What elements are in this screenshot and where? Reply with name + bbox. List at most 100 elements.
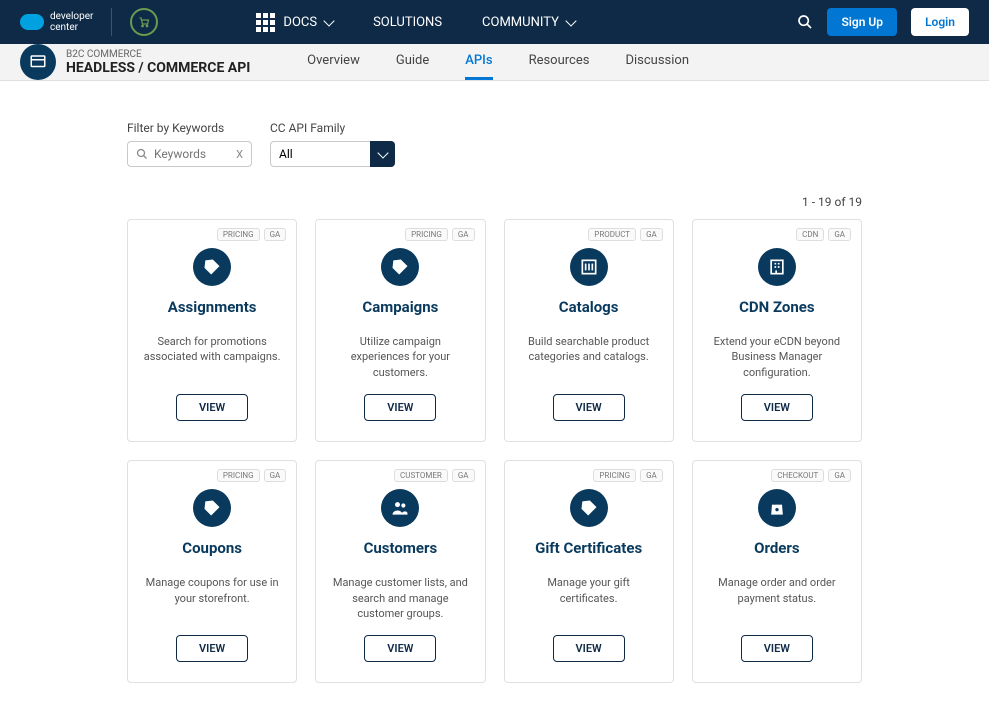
tag-icon <box>570 489 608 527</box>
bag-icon <box>758 489 796 527</box>
view-button[interactable]: VIEW <box>741 635 813 662</box>
api-card: PRICINGGA Assignments Search for promoti… <box>127 219 297 442</box>
tag-icon <box>193 248 231 286</box>
badge: GA <box>640 228 663 241</box>
tab-discussion[interactable]: Discussion <box>625 44 689 80</box>
badge: PRICING <box>593 469 636 482</box>
chevron-down-icon <box>565 15 576 26</box>
card-title: CDN Zones <box>739 298 815 316</box>
view-button[interactable]: VIEW <box>553 635 625 662</box>
nav-solutions[interactable]: SOLUTIONS <box>373 15 442 30</box>
badge: GA <box>828 228 851 241</box>
card-badges: CUSTOMER GA <box>394 469 474 482</box>
building-icon <box>758 248 796 286</box>
top-bar: developer center DOCS SOLUTIONS COMMUNIT… <box>0 0 989 44</box>
api-card: PRICING GA Gift Certificates Manage your … <box>504 460 674 683</box>
badge: GA <box>452 469 475 482</box>
card-badges: PRICINGGA <box>217 228 286 241</box>
view-button[interactable]: VIEW <box>176 635 248 662</box>
card-badges: PRICING GA <box>217 469 286 482</box>
badge: GA <box>828 469 851 482</box>
cloud-icon <box>20 14 44 30</box>
result-count: 1 - 19 of 19 <box>127 195 862 209</box>
topbar-left: developer center DOCS SOLUTIONS COMMUNIT… <box>20 8 575 36</box>
subheader-title: HEADLESS / COMMERCE API <box>66 60 250 76</box>
view-button[interactable]: VIEW <box>553 394 625 421</box>
badge: PRODUCT <box>588 228 636 241</box>
signup-button[interactable]: Sign Up <box>827 8 897 36</box>
view-button[interactable]: VIEW <box>364 635 436 662</box>
view-button[interactable]: VIEW <box>741 394 813 421</box>
card-badges: PRODUCT GA <box>588 228 662 241</box>
search-icon[interactable] <box>797 14 813 30</box>
tab-apis[interactable]: APIs <box>465 44 492 80</box>
card-desc: Manage coupons for use in your storefron… <box>142 575 282 621</box>
tab-overview[interactable]: Overview <box>307 44 360 80</box>
tab-guide[interactable]: Guide <box>396 44 429 80</box>
view-button[interactable]: VIEW <box>364 394 436 421</box>
card-badges: CDN GA <box>796 228 851 241</box>
filter-keywords: Filter by Keywords X <box>127 121 252 167</box>
badge: GA <box>452 228 475 241</box>
api-card: CHECKOUT GA Orders Manage order and order… <box>692 460 862 683</box>
card-desc: Manage your gift certificates. <box>519 575 659 621</box>
card-desc: Manage order and order payment status. <box>707 575 847 621</box>
logo[interactable]: developer center <box>20 11 93 33</box>
card-title: Assignments <box>168 298 257 316</box>
nav-community[interactable]: COMMUNITY <box>482 15 575 30</box>
badge: CDN <box>796 228 824 241</box>
badge: GA <box>264 228 287 241</box>
keywords-input[interactable] <box>154 147 230 161</box>
subheader-left: B2C COMMERCE HEADLESS / COMMERCE API <box>20 44 250 80</box>
filter-label: CC API Family <box>270 121 395 135</box>
family-value: All <box>270 141 370 167</box>
topbar-nav: DOCS SOLUTIONS COMMUNITY <box>256 13 574 32</box>
family-dropdown-button[interactable] <box>370 141 395 167</box>
clear-button[interactable]: X <box>236 148 243 161</box>
divider <box>111 8 112 36</box>
card-title: Catalogs <box>559 298 619 316</box>
badge: CUSTOMER <box>394 469 448 482</box>
badge: GA <box>640 469 663 482</box>
badge: PRICING <box>405 228 448 241</box>
login-button[interactable]: Login <box>911 8 969 36</box>
card-title: Orders <box>754 539 799 557</box>
card-title: Campaigns <box>362 298 438 316</box>
topbar-right: Sign Up Login <box>797 8 969 36</box>
filter-family: CC API Family All <box>270 121 395 167</box>
api-card: PRICING GA Campaigns Utilize campaign exp… <box>315 219 485 442</box>
api-card: PRODUCT GA Catalogs Build searchable prod… <box>504 219 674 442</box>
card-title: Coupons <box>182 539 242 557</box>
card-title: Customers <box>364 539 438 557</box>
card-badges: CHECKOUT GA <box>771 469 851 482</box>
card-badges: PRICING GA <box>405 228 474 241</box>
tab-resources[interactable]: Resources <box>529 44 590 80</box>
tag-icon <box>381 248 419 286</box>
badge: CHECKOUT <box>771 469 824 482</box>
tag-icon <box>193 489 231 527</box>
logo-text: developer center <box>50 11 93 33</box>
search-icon <box>136 148 148 160</box>
card-desc: Utilize campaign experiences for your cu… <box>330 334 470 380</box>
api-card: PRICING GA Coupons Manage coupons for use… <box>127 460 297 683</box>
card-desc: Build searchable product categories and … <box>519 334 659 380</box>
badge: GA <box>264 469 287 482</box>
api-card: CDNGA CDN Zones Extend your eCDN beyond … <box>692 219 862 442</box>
filter-label: Filter by Keywords <box>127 121 252 135</box>
card-title: Gift Certificates <box>535 539 642 557</box>
people-icon <box>381 489 419 527</box>
badge: PRICING <box>217 469 260 482</box>
family-select[interactable]: All <box>270 141 395 167</box>
card-desc: Manage customer lists, and search and ma… <box>330 575 470 621</box>
card-badges: PRICING GA <box>593 469 662 482</box>
keywords-input-wrap: X <box>127 141 252 167</box>
api-card: CUSTOMER GA Customers Manage customer lis… <box>315 460 485 683</box>
nav-docs[interactable]: DOCS <box>256 13 333 32</box>
content: Filter by Keywords X CC API Family All 1… <box>0 81 989 703</box>
cart-logo[interactable] <box>130 8 158 36</box>
view-button[interactable]: VIEW <box>176 394 248 421</box>
catalog-icon <box>570 248 608 286</box>
subheader-tabs: Overview Guide APIs Resources Discussion <box>307 44 689 80</box>
filters: Filter by Keywords X CC API Family All <box>127 121 862 167</box>
card-desc: Search for promotions associated with ca… <box>142 334 282 380</box>
